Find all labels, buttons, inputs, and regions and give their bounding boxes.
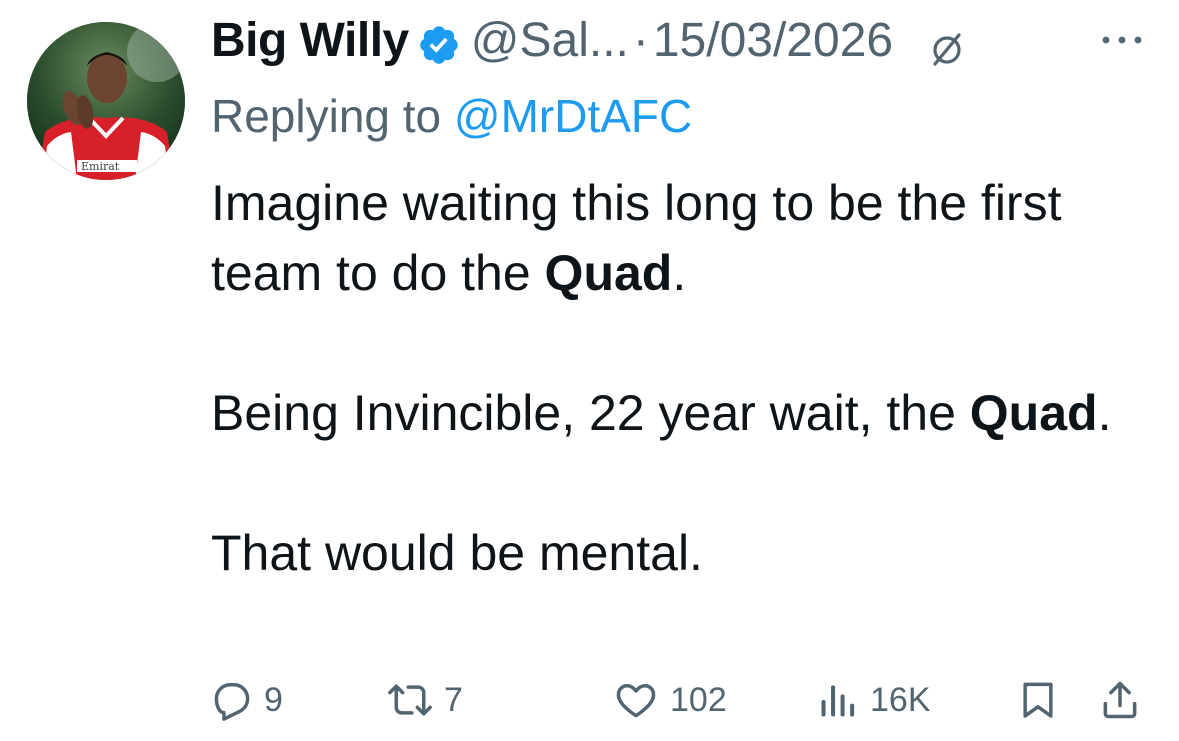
- views-icon: [816, 678, 860, 722]
- heart-icon: [612, 678, 660, 722]
- avatar[interactable]: Emirat: [27, 22, 185, 180]
- edited-icon[interactable]: [927, 21, 967, 66]
- reply-count: 9: [264, 680, 283, 719]
- bookmark-icon: [1016, 678, 1060, 722]
- reply-button[interactable]: 9: [210, 672, 283, 728]
- avatar-shirt-text: Emirat: [81, 160, 120, 173]
- tweet[interactable]: Emirat Big Willy @Sal... · 15/03/2026 Re…: [0, 0, 1179, 741]
- like-button[interactable]: 102: [612, 672, 727, 728]
- header-separator: ·: [632, 14, 649, 67]
- replying-prefix: Replying to: [211, 90, 442, 142]
- more-icon[interactable]: [1098, 30, 1146, 50]
- tweet-header: Big Willy @Sal... · 15/03/2026: [211, 8, 967, 74]
- repost-icon: [386, 678, 434, 722]
- tweet-paragraph-3: That would be mental.: [211, 525, 703, 581]
- bold-text: Quad: [544, 245, 673, 301]
- repost-count: 7: [444, 680, 463, 719]
- reply-handle-link[interactable]: @MrDtAFC: [454, 90, 692, 142]
- tweet-paragraph-2: Being Invincible, 22 year wait, the Quad…: [211, 385, 1112, 441]
- display-name[interactable]: Big Willy: [211, 8, 409, 74]
- share-icon: [1098, 678, 1142, 722]
- tweet-date[interactable]: 15/03/2026: [653, 8, 893, 74]
- like-count: 102: [670, 680, 727, 719]
- avatar-image: Emirat: [27, 22, 185, 180]
- tweet-text: Imagine waiting this long to be the firs…: [211, 168, 1151, 588]
- tweet-paragraph-1: Imagine waiting this long to be the firs…: [211, 175, 1062, 301]
- views-count: 16K: [870, 680, 931, 719]
- repost-button[interactable]: 7: [386, 672, 463, 728]
- views-button[interactable]: 16K: [816, 672, 931, 728]
- verified-badge-icon: [417, 19, 461, 64]
- action-bar: 9 7 102 16K: [210, 672, 1150, 728]
- bookmark-button[interactable]: [1016, 672, 1060, 728]
- reply-icon: [210, 678, 254, 722]
- bold-text: Quad: [969, 385, 1098, 441]
- replying-to: Replying to @MrDtAFC: [211, 84, 692, 148]
- author-handle[interactable]: @Sal...: [471, 8, 629, 74]
- share-button[interactable]: [1098, 672, 1142, 728]
